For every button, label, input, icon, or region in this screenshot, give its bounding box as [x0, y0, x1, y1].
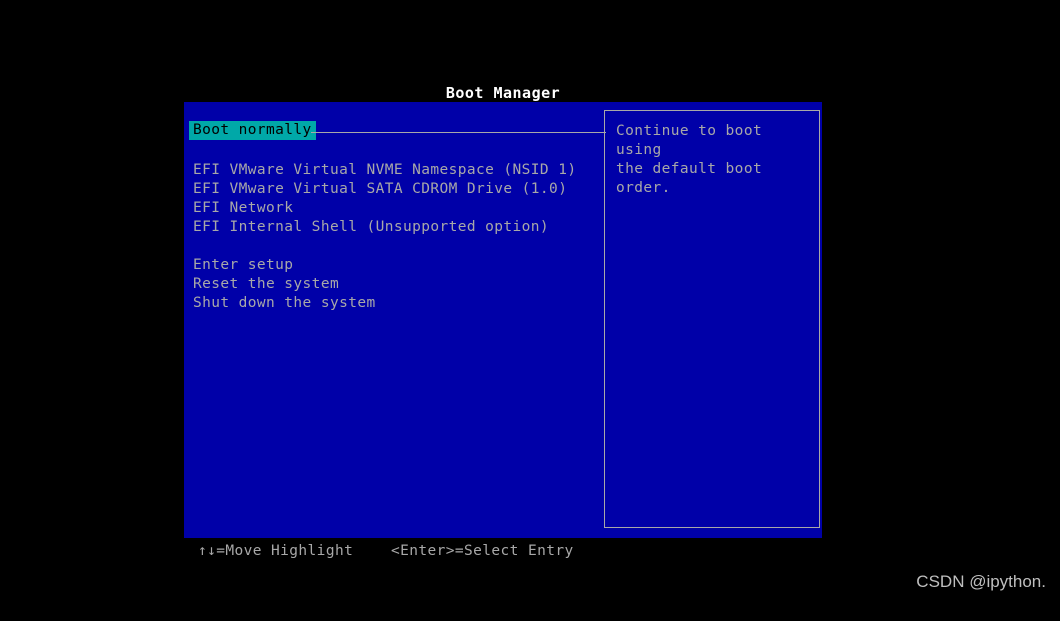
hint-select-entry: <Enter>=Select Entry [391, 543, 574, 559]
page-title: Boot Manager [445, 84, 561, 102]
hint-move-highlight: ↑↓=Move Highlight [198, 543, 354, 559]
help-text: Continue to boot using the default boot … [616, 123, 763, 196]
watermark: CSDN @ipython. [916, 572, 1046, 591]
boot-manager-panel: Boot normally EFI VMware Virtual NVME Nam… [184, 102, 822, 538]
boot-option-row[interactable]: Enter setup [193, 256, 293, 275]
status-bar: ↑↓=Move Highlight <Enter>=Select Entry [184, 541, 822, 561]
boot-option-row[interactable]: Boot normally [189, 121, 316, 140]
boot-option-row[interactable]: EFI VMware Virtual SATA CDROM Drive (1.0… [193, 180, 567, 199]
boot-option-row[interactable]: EFI Network [193, 199, 293, 218]
boot-option-row[interactable]: Shut down the system [193, 294, 376, 313]
boot-option-row[interactable]: Reset the system [193, 275, 339, 294]
bios-boot-manager-screen: Boot Manager Boot normally EFI VMware Vir… [0, 0, 1060, 601]
help-panel: Continue to boot using the default boot … [604, 110, 820, 528]
boot-option-row[interactable]: EFI Internal Shell (Unsupported option) [193, 218, 549, 237]
boot-option-row[interactable]: EFI VMware Virtual NVME Namespace (NSID … [193, 161, 576, 180]
selection-connector-line [311, 132, 606, 133]
